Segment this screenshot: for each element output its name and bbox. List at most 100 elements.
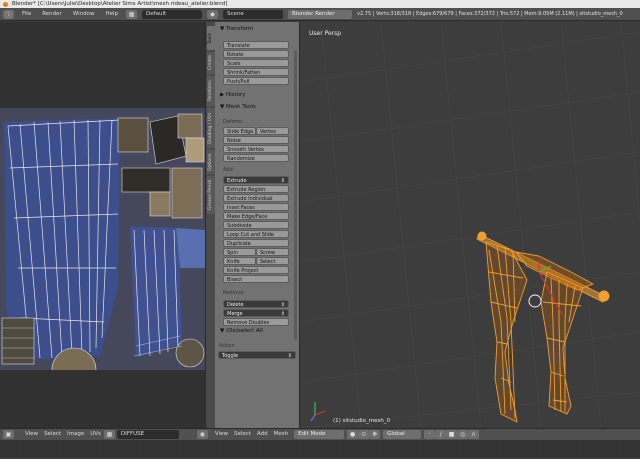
uv-texture-image [0, 108, 205, 370]
3d-menu-select[interactable]: Select [231, 430, 254, 439]
3d-menu-add[interactable]: Add [254, 430, 271, 439]
tab-grease-pencil[interactable]: Grease Pencil [207, 176, 215, 214]
dropdown-arrows-icon: ⇕ [280, 311, 285, 317]
tab-create[interactable]: Create [207, 52, 215, 74]
menu-help[interactable]: Help [103, 10, 122, 19]
edge-select-icon[interactable]: / [435, 430, 447, 439]
scene-stats: v2.75 | Verts:318/318 | Edges:679/679 | … [357, 11, 623, 17]
manipulator-icon[interactable]: ✥ [369, 430, 381, 439]
remove-doubles-button[interactable]: Remove Doubles [223, 318, 289, 326]
uv-menu-uvs[interactable]: UVs [87, 430, 104, 439]
action-value: Toggle [222, 353, 239, 359]
face-select-icon[interactable]: ■ [446, 430, 458, 439]
toolshelf-scrollbar[interactable] [294, 50, 297, 340]
screw-button[interactable]: Screw [256, 248, 289, 256]
active-object-label: (1) sitstudio_mesh_0 [333, 418, 391, 424]
transform-panel-header[interactable]: ▼ Transform [217, 25, 295, 34]
extrude-region-button[interactable]: Extrude Region [223, 185, 289, 193]
mesh-tools-panel-header[interactable]: ▼ Mesh Tools [217, 103, 295, 112]
delete-label: Delete [227, 302, 244, 308]
scene-selector[interactable]: Scene [223, 9, 284, 19]
render-engine-dropdown[interactable]: Blender Render [288, 9, 353, 19]
spin-button[interactable]: Spin [223, 248, 256, 256]
uv-menu-image[interactable]: Image [64, 430, 87, 439]
info-header: ⓘ File Render Window Help ▦ Default ◆ Sc… [0, 8, 640, 21]
vertex-select-icon[interactable]: · [424, 430, 436, 439]
uv-menu-select[interactable]: Select [41, 430, 64, 439]
3d-menu-mesh[interactable]: Mesh [271, 430, 291, 439]
layout-icon[interactable]: ▦ [126, 9, 138, 19]
duplicate-button[interactable]: Duplicate [223, 239, 289, 247]
noise-button[interactable]: Noise [223, 136, 289, 144]
layout-selector[interactable]: Default [142, 9, 203, 19]
action-dropdown[interactable]: Toggle ⇕ [218, 351, 296, 359]
merge-dropdown[interactable]: Merge ⇕ [223, 309, 289, 317]
knife-project-button[interactable]: Knife Project [223, 266, 289, 274]
proportional-edit-icon[interactable]: ◎ [457, 430, 469, 439]
dropdown-arrows-icon: ⇕ [280, 178, 285, 184]
uv-image-editor[interactable] [0, 22, 205, 428]
bisect-button[interactable]: Bisect [223, 275, 289, 283]
inset-faces-button[interactable]: Inset Faces [223, 203, 289, 211]
orientation-dropdown[interactable]: Global [383, 430, 422, 439]
vertex-slide-button[interactable]: Vertex [256, 127, 289, 135]
3d-viewport[interactable]: User Persp (1) sitstudio_mesh_0 [301, 22, 640, 428]
dropdown-arrows-icon: ⇕ [287, 353, 292, 359]
history-panel-header[interactable]: ▶ History [217, 91, 295, 100]
scene-icon[interactable]: ◆ [207, 9, 219, 19]
tool-shelf: ▼ Transform Translate Rotate Scale Shrin… [215, 22, 300, 428]
menu-render[interactable]: Render [39, 10, 65, 19]
viewport-shading-icon[interactable]: ● [347, 430, 359, 439]
timeline-strip[interactable] [0, 440, 640, 457]
deform-label: Deform: [223, 119, 244, 125]
timeline-grid [19, 440, 621, 457]
transform-header-label: Transform [225, 26, 254, 32]
loop-cut-slide-button[interactable]: Loop Cut and Slide [223, 230, 289, 238]
make-edge-face-button[interactable]: Make Edge/Face [223, 212, 289, 220]
shrink-fatten-button[interactable]: Shrink/Fatten [223, 68, 289, 76]
editor-type-icon[interactable]: ⓘ [3, 9, 14, 19]
bottom-header: ▣ View Select Image UVs ▦ DIFFUSE ◉ View… [0, 428, 640, 440]
window-title: Blender* [C:\Users\Julie\Desktop\Atelier… [12, 1, 228, 7]
tab-shading-uvs[interactable]: Shading / UVs [207, 108, 215, 148]
knife-button[interactable]: Knife [223, 257, 256, 265]
extrude-label: Extrude [227, 178, 247, 184]
menu-file[interactable]: File [19, 10, 34, 19]
operator-header-label: (De)select All [225, 328, 263, 334]
mesh-tools-header-label: Mesh Tools [225, 104, 256, 110]
image-name-field[interactable]: DIFFUSE [116, 430, 179, 439]
blender-logo-icon [3, 1, 8, 7]
uv-editor-type-icon[interactable]: ▣ [3, 430, 14, 439]
operator-panel-header[interactable]: ▼ (De)select All [217, 327, 295, 336]
add-label: Add: [223, 167, 235, 173]
menu-window[interactable]: Window [70, 10, 98, 19]
curtain-mesh [476, 231, 610, 423]
history-header-label: History [225, 92, 246, 98]
3d-editor-type-icon[interactable]: ◉ [196, 430, 208, 439]
tab-tools[interactable]: Tools [207, 26, 215, 50]
viewport-canvas [301, 22, 640, 428]
extrude-dropdown[interactable]: Extrude ⇕ [223, 176, 289, 184]
pivot-point-icon[interactable]: ⊙ [358, 430, 370, 439]
extrude-individual-button[interactable]: Extrude Individual [223, 194, 289, 202]
smooth-vertex-button[interactable]: Smooth Vertex [223, 145, 289, 153]
3d-menu-view[interactable]: View [212, 430, 231, 439]
uv-menu-view[interactable]: View [22, 430, 41, 439]
tab-relations[interactable]: Relations [207, 76, 215, 106]
snap-icon[interactable]: ∩ [468, 430, 480, 439]
knife-select-button[interactable]: Select [256, 257, 289, 265]
subdivide-button[interactable]: Subdivide [223, 221, 289, 229]
mode-dropdown[interactable]: Edit Mode [294, 430, 345, 439]
3d-cursor-icon [528, 294, 542, 308]
dropdown-arrows-icon: ⇕ [280, 302, 285, 308]
merge-label: Merge [227, 311, 243, 317]
push-pull-button[interactable]: Push/Pull [223, 77, 289, 85]
tab-options[interactable]: Options [207, 150, 215, 174]
scale-button[interactable]: Scale [223, 59, 289, 67]
slide-edge-button[interactable]: Slide Edge [223, 127, 256, 135]
rotate-button[interactable]: Rotate [223, 50, 289, 58]
image-browse-icon[interactable]: ▦ [103, 430, 115, 439]
translate-button[interactable]: Translate [223, 41, 289, 49]
delete-dropdown[interactable]: Delete ⇕ [223, 300, 289, 308]
randomize-button[interactable]: Randomize [223, 154, 289, 162]
